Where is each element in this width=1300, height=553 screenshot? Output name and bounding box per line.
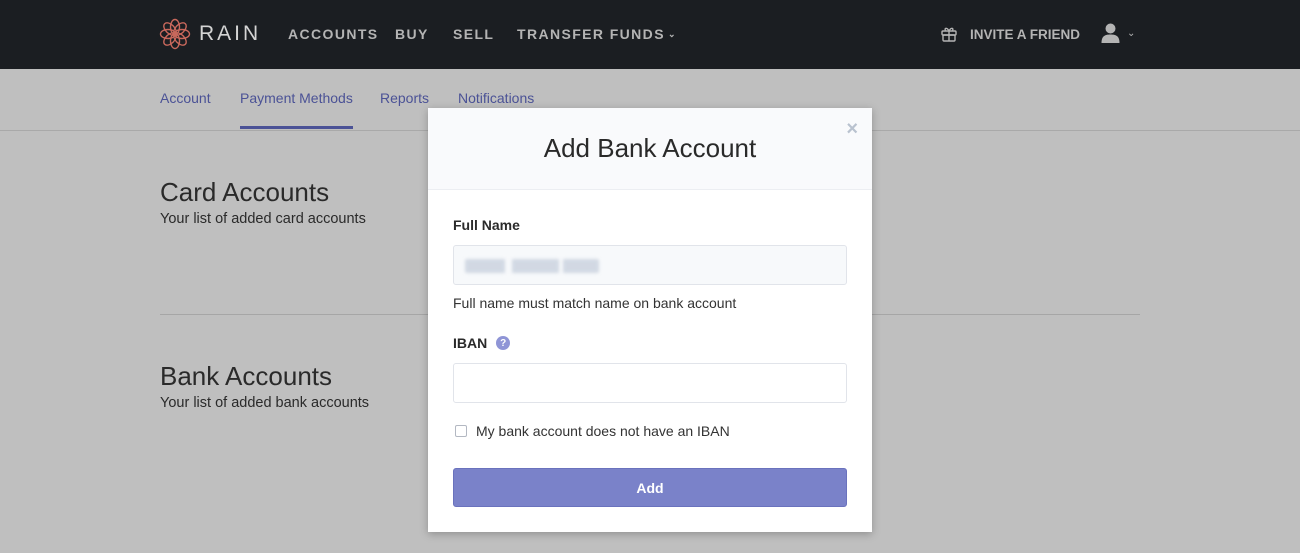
rain-logo[interactable]: RAIN [159,18,261,50]
user-menu[interactable]: ⌄ [1101,23,1135,43]
close-icon[interactable]: × [846,118,858,141]
redacted-name-value [465,259,599,273]
bank-accounts-subtitle: Your list of added bank accounts [160,395,370,411]
invite-friend-label: INVITE A FRIEND [970,26,1081,42]
invite-friend-link[interactable]: INVITE A FRIEND [940,25,1080,43]
add-button[interactable]: Add [453,468,847,507]
nav-accounts[interactable]: ACCOUNTS [288,26,379,42]
iban-label-text: IBAN [453,335,488,351]
no-iban-checkbox-label: My bank account does not have an IBAN [476,423,730,439]
full-name-label-text: Full Name [453,217,520,233]
iban-label: IBAN ? [453,335,511,351]
full-name-help-text: Full name must match name on bank accoun… [453,295,737,311]
flower-logo-icon [159,18,191,50]
top-navbar: RAIN ACCOUNTS BUY SELL TRANSFER FUNDS ⌄ I… [0,0,1300,69]
nav-transfer-funds-label: TRANSFER FUNDS [517,26,665,42]
add-bank-account-modal: Add Bank Account × Full Name Full name m… [428,108,872,532]
card-accounts-subtitle: Your list of added card accounts [160,211,366,227]
chevron-down-icon: ⌄ [667,29,677,39]
brand-name: RAIN [199,22,262,45]
card-accounts-title: Card Accounts [160,177,330,207]
modal-title: Add Bank Account [543,133,757,163]
modal-header: Add Bank Account × [428,108,872,190]
no-iban-checkbox-row[interactable]: My bank account does not have an IBAN [455,423,730,439]
iban-input[interactable] [453,363,847,403]
tab-payment-methods[interactable]: Payment Methods [240,90,353,129]
user-icon [1101,23,1120,43]
nav-buy[interactable]: BUY [395,26,429,42]
question-circle-icon[interactable]: ? [496,336,511,350]
nav-sell[interactable]: SELL [453,26,494,42]
tab-account[interactable]: Account [160,90,211,126]
chevron-down-icon: ⌄ [1127,27,1136,39]
tab-reports[interactable]: Reports [380,90,429,126]
nav-transfer-funds[interactable]: TRANSFER FUNDS ⌄ [517,26,677,42]
gift-icon [941,27,957,42]
bank-accounts-title: Bank Accounts [160,361,332,391]
full-name-label: Full Name [453,217,520,233]
no-iban-checkbox[interactable] [455,425,467,437]
